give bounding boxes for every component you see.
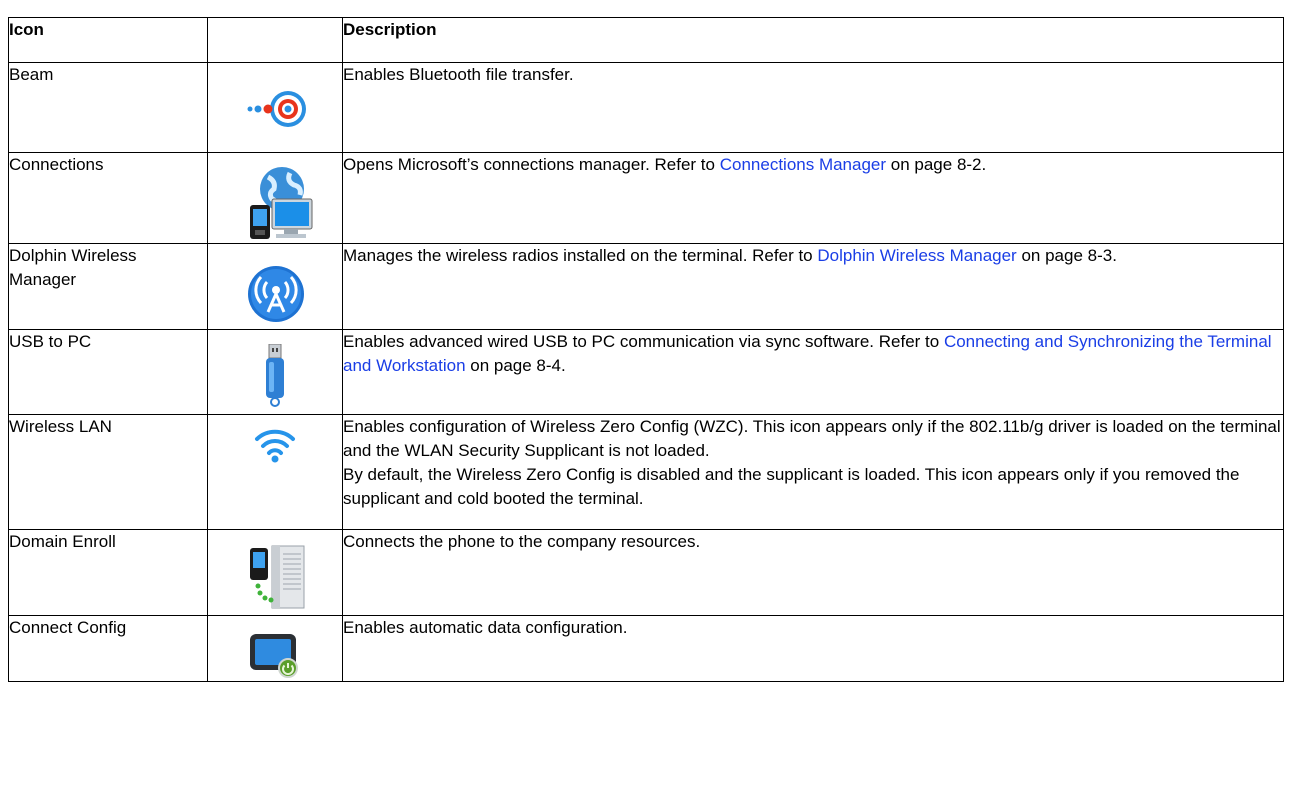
wireless-manager-antenna-icon bbox=[248, 266, 304, 322]
row-description: Opens Microsoft’s connections manager. R… bbox=[342, 152, 1284, 244]
description-page-ref: on page 8-4. bbox=[465, 356, 566, 375]
row-icon-cell bbox=[207, 152, 343, 244]
table-row: Beam Enables Bluetooth file transfer. bbox=[8, 62, 1284, 153]
row-description: Manages the wireless radios installed on… bbox=[342, 243, 1284, 330]
beam-bluetooth-icon bbox=[247, 91, 306, 127]
table-row: Dolphin Wireless Manager Manages the wir… bbox=[8, 243, 1284, 330]
header-description: Description bbox=[342, 17, 1284, 63]
icon-description-table: Icon Description Beam Enables Bluetooth … bbox=[8, 17, 1284, 682]
row-description: Enables Bluetooth file transfer. bbox=[342, 62, 1284, 153]
connections-globe-computer-icon bbox=[250, 167, 313, 239]
row-icon-cell bbox=[207, 329, 343, 415]
description-text: Enables automatic data configuration. bbox=[343, 618, 628, 637]
domain-enroll-phone-server-icon bbox=[250, 545, 305, 609]
table-row: Domain Enroll Connects the phone to the … bbox=[8, 529, 1284, 616]
usb-drive-icon bbox=[266, 344, 284, 407]
connect-config-monitor-icon bbox=[250, 634, 298, 678]
description-page-ref: on page 8-2. bbox=[886, 155, 987, 174]
wifi-signal-icon bbox=[255, 429, 295, 463]
link-connections-manager[interactable]: Connections Manager bbox=[720, 155, 886, 174]
row-description: Enables advanced wired USB to PC communi… bbox=[342, 329, 1284, 415]
row-icon-cell bbox=[207, 62, 343, 153]
row-icon-cell bbox=[207, 529, 343, 616]
row-description: Connects the phone to the company resour… bbox=[342, 529, 1284, 616]
description-text: Enables advanced wired USB to PC communi… bbox=[343, 332, 944, 351]
row-name: Beam bbox=[8, 62, 208, 153]
row-description: Enables configuration of Wireless Zero C… bbox=[342, 414, 1284, 530]
row-name: USB to PC bbox=[8, 329, 208, 415]
row-name: Dolphin Wireless Manager bbox=[8, 243, 208, 330]
description-paragraph-1: Enables configuration of Wireless Zero C… bbox=[343, 417, 1281, 460]
table-header-row: Icon Description bbox=[8, 17, 1284, 63]
table-row: Connect Config Enables automatic data co… bbox=[8, 615, 1284, 682]
row-name: Connect Config bbox=[8, 615, 208, 682]
table-row: Connections Opens Microsoft’s connection… bbox=[8, 152, 1284, 244]
row-name: Connections bbox=[8, 152, 208, 244]
description-text: Enables Bluetooth file transfer. bbox=[343, 65, 574, 84]
row-name: Domain Enroll bbox=[8, 529, 208, 616]
row-description: Enables automatic data configuration. bbox=[342, 615, 1284, 682]
table-row: Wireless LAN Enables configuration of Wi… bbox=[8, 414, 1284, 530]
row-name: Wireless LAN bbox=[8, 414, 208, 530]
description-text: Connects the phone to the company resour… bbox=[343, 532, 701, 551]
row-icon-cell bbox=[207, 615, 343, 682]
header-icon-image bbox=[207, 17, 343, 63]
description-text: Opens Microsoft’s connections manager. R… bbox=[343, 155, 720, 174]
description-page-ref: on page 8-3. bbox=[1016, 246, 1117, 265]
link-dolphin-wireless-manager[interactable]: Dolphin Wireless Manager bbox=[817, 246, 1016, 265]
description-paragraph-2: By default, the Wireless Zero Config is … bbox=[343, 465, 1240, 508]
table-row: USB to PC Enables advanced wired USB to … bbox=[8, 329, 1284, 415]
header-icon: Icon bbox=[8, 17, 208, 63]
row-icon-cell bbox=[207, 414, 343, 530]
row-icon-cell bbox=[207, 243, 343, 330]
description-text: Manages the wireless radios installed on… bbox=[343, 246, 818, 265]
